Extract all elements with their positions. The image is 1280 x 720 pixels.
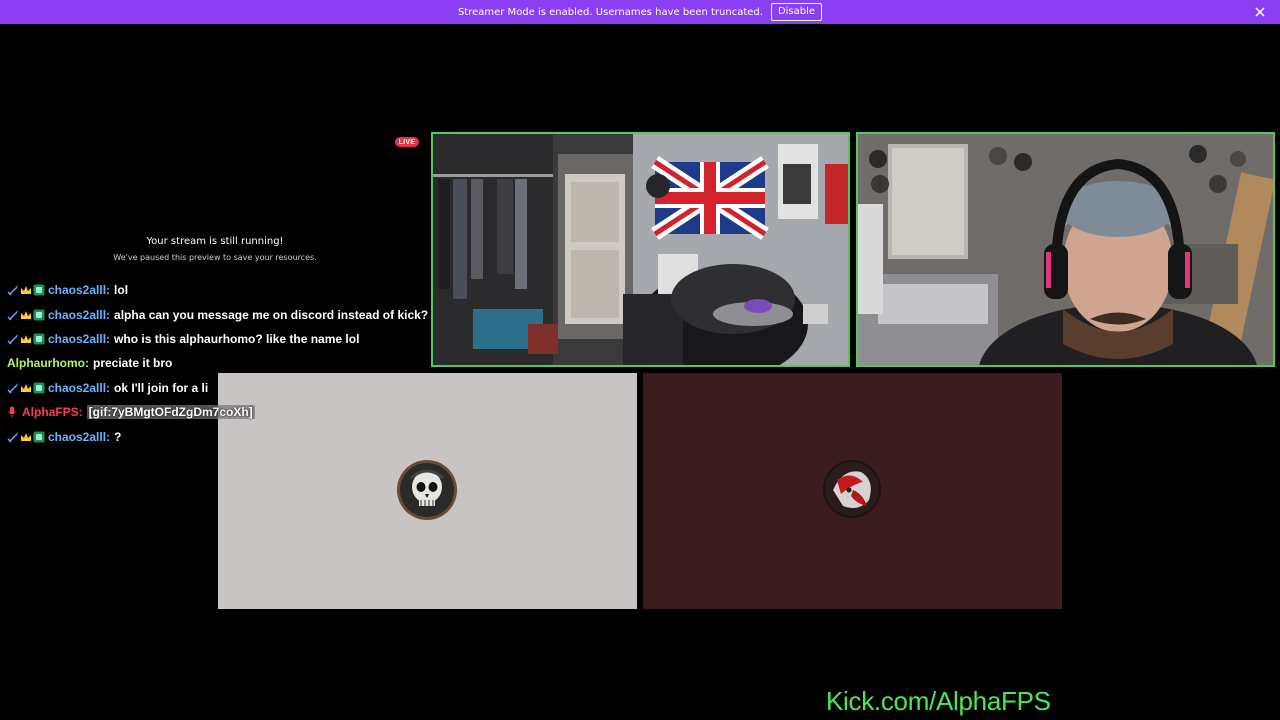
- crown-icon: [20, 382, 32, 394]
- red-anime-avatar: [823, 460, 881, 518]
- mic-icon: [7, 406, 19, 418]
- chat-username[interactable]: chaos2alll:: [48, 332, 110, 346]
- webcam-tile-1[interactable]: [431, 132, 850, 367]
- chat-badges: [7, 382, 46, 394]
- chat-message: chaos2alll: lol: [7, 278, 467, 302]
- chat-text: preciate it bro: [93, 356, 173, 371]
- sub-badge-icon: [33, 309, 45, 321]
- chat-message: AlphaFPS: [gif:7yBMgtOFdZgDm7coXh]: [7, 400, 467, 424]
- chat-username[interactable]: chaos2alll:: [48, 430, 110, 444]
- webcam-feed-room: [433, 134, 848, 365]
- chat-badges: [7, 333, 46, 345]
- webcam-feed-streamer: [858, 134, 1273, 365]
- channel-watermark: Kick.com/AlphaFPS: [826, 686, 1051, 716]
- crown-icon: [20, 284, 32, 296]
- chat-text: alpha can you message me on discord inst…: [114, 307, 429, 322]
- chat-text: lol: [114, 283, 129, 298]
- chat-text: ?: [114, 429, 122, 444]
- sword-icon: [7, 382, 19, 394]
- webcam-tile-2[interactable]: [856, 132, 1275, 367]
- crown-icon: [20, 431, 32, 443]
- chat-message: chaos2alll: ok I'll join for a li: [7, 376, 467, 400]
- disable-button[interactable]: Disable: [770, 3, 823, 21]
- chat-message: Alphaurhomo: preciate it bro: [7, 351, 467, 375]
- chat-badges: [7, 309, 46, 321]
- chat-text: ok I'll join for a li: [114, 380, 209, 395]
- paused-subtitle: We've paused this preview to save your r…: [113, 253, 317, 262]
- participant-tile-4[interactable]: [643, 373, 1062, 609]
- crown-icon: [20, 333, 32, 345]
- chat-username[interactable]: Alphaurhomo:: [7, 356, 89, 370]
- sword-icon: [7, 309, 19, 321]
- sub-badge-icon: [33, 284, 45, 296]
- live-badge: LIVE: [395, 137, 419, 147]
- chat-username[interactable]: chaos2alll:: [48, 381, 110, 395]
- chat-username[interactable]: AlphaFPS:: [22, 405, 83, 419]
- sub-badge-icon: [33, 431, 45, 443]
- sub-badge-icon: [33, 382, 45, 394]
- sword-icon: [7, 284, 19, 296]
- crown-icon: [20, 309, 32, 321]
- chat-message: chaos2alll:?: [7, 424, 467, 448]
- banner-message: Streamer Mode is enabled. Usernames have…: [457, 6, 763, 18]
- chat-text: [gif:7yBMgtOFdZgDm7coXh]: [86, 405, 255, 420]
- chat-username[interactable]: chaos2alll:: [48, 283, 110, 297]
- streamer-mode-banner: Streamer Mode is enabled. Usernames have…: [0, 0, 1280, 24]
- chat-badges: [7, 431, 46, 443]
- sword-icon: [7, 431, 19, 443]
- sub-badge-icon: [33, 333, 45, 345]
- paused-title: Your stream is still running!: [146, 236, 284, 247]
- chat-badges: [7, 284, 46, 296]
- chat-message: chaos2alll: alpha can you message me on d…: [7, 302, 467, 326]
- chat-overlay: chaos2alll: lol chaos2alll: alpha can you m…: [7, 278, 467, 449]
- chat-username[interactable]: chaos2alll:: [48, 308, 110, 322]
- close-icon[interactable]: [1252, 4, 1268, 20]
- chat-text: who is this alphaurhomo? like the name l…: [114, 331, 360, 346]
- sword-icon: [7, 333, 19, 345]
- skull-avatar: [397, 460, 457, 520]
- chat-badges: [7, 406, 20, 418]
- chat-message: chaos2alll: who is this alphaurhomo? like…: [7, 327, 467, 351]
